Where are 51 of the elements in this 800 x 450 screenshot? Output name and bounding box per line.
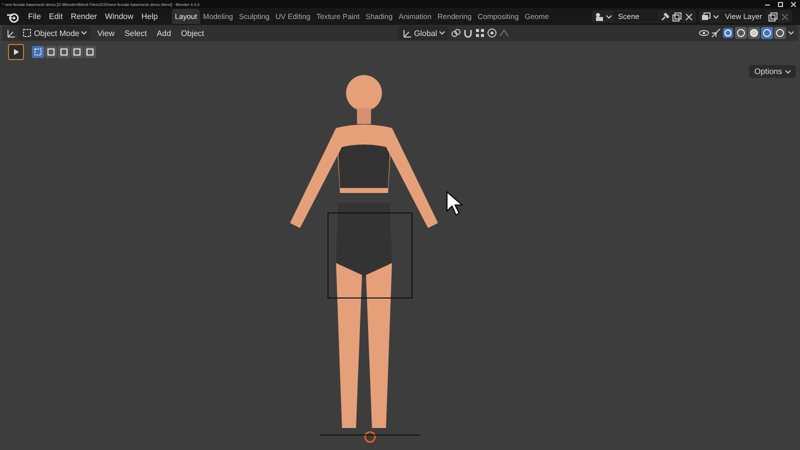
caret-icon: [788, 31, 794, 35]
selection-mode-button[interactable]: [71, 46, 83, 58]
caret-icon: [785, 70, 791, 74]
caret-icon: [713, 14, 720, 18]
menu-item[interactable]: Window: [100, 12, 138, 21]
square-icon: [60, 48, 68, 56]
selection-mode-button[interactable]: [58, 46, 70, 58]
square-icon: [34, 48, 42, 56]
menu-item[interactable]: Help: [137, 12, 162, 21]
menu-item[interactable]: Render: [66, 12, 101, 21]
caret-icon: [81, 31, 88, 35]
caret-icon: [439, 31, 446, 35]
shading-mode-button[interactable]: [748, 27, 760, 39]
axes-icon[interactable]: [6, 28, 16, 38]
shading-mode-button[interactable]: [774, 27, 786, 39]
overlays-icon[interactable]: [723, 28, 733, 38]
gizmo-icon[interactable]: [711, 28, 721, 38]
orientation-dropdown[interactable]: Global: [398, 26, 450, 40]
square-icon: [47, 48, 55, 56]
selection-mode-button[interactable]: [84, 46, 96, 58]
eye-icon[interactable]: [699, 28, 709, 38]
axes-icon: [402, 28, 412, 38]
header-menu[interactable]: Add: [152, 28, 176, 38]
shading-mode-button[interactable]: [735, 27, 747, 39]
select-tool-button[interactable]: [8, 44, 24, 60]
selection-mode-button[interactable]: [45, 46, 57, 58]
square-icon: [73, 48, 81, 56]
shading-mode-button[interactable]: [761, 27, 773, 39]
header-menu[interactable]: Select: [120, 28, 151, 38]
maximize-icon[interactable]: [778, 2, 783, 6]
menu-item[interactable]: Edit: [44, 12, 67, 21]
grid-icon[interactable]: [475, 28, 486, 38]
logo-icon[interactable]: [6, 10, 20, 22]
pointer-icon: [12, 48, 20, 56]
copy-icon[interactable]: [672, 12, 682, 22]
caret-icon: [606, 14, 612, 18]
scene-icon[interactable]: [594, 12, 604, 22]
copy-icon[interactable]: [768, 12, 778, 22]
selection-mode-button[interactable]: [32, 46, 44, 58]
proportional-icon[interactable]: [487, 28, 498, 38]
mode-dropdown[interactable]: Object Mode: [18, 26, 92, 40]
layers-icon[interactable]: [701, 12, 712, 22]
link-icon[interactable]: [451, 28, 462, 38]
magnet-icon[interactable]: [463, 28, 474, 38]
minimize-icon[interactable]: [765, 2, 770, 6]
header-menu[interactable]: View: [93, 28, 119, 38]
mouse-cursor-icon: [446, 191, 466, 217]
options-dropdown[interactable]: Options: [749, 65, 796, 78]
menu-item[interactable]: File: [24, 12, 45, 21]
square-icon: [86, 48, 94, 56]
header-menu[interactable]: Object: [177, 28, 208, 38]
